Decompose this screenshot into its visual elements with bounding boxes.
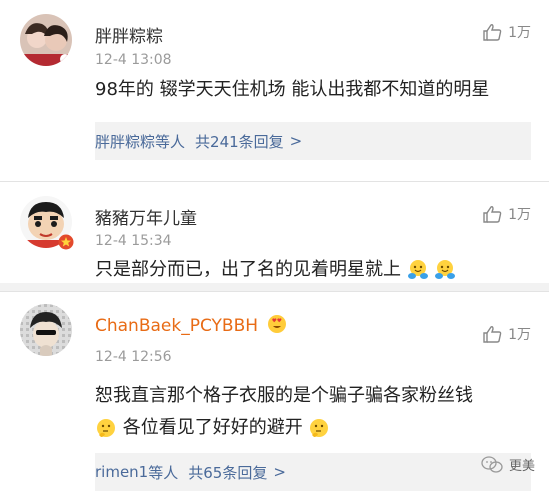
section-divider [0,283,549,291]
hug-emoji-icon [407,260,428,279]
comment-item: ChanBaek_PCYBBH 12-4 12:56 1万 恕我直言那个格子衣服… [0,291,549,493]
reply-count: 共241条回复 [195,132,284,151]
thumbs-up-icon [483,24,502,41]
comment-item: 胖胖粽粽 12-4 13:08 1万 98年的 辍学天天住机场 能认出我都不知道… [0,0,549,181]
thumbs-up-icon [483,326,502,343]
username-text: ChanBaek_PCYBBH [95,316,259,336]
comment-text-line1: 恕我直言那个格子衣服的是个骗子骗各家粉丝钱 [95,385,473,406]
like-count: 1万 [508,327,531,343]
watermark-text: 更美 [508,459,535,474]
username[interactable]: 胖胖粽粽 [95,22,163,47]
avatar[interactable] [20,14,72,66]
thinking-emoji-icon [97,419,115,437]
like-count: 1万 [508,25,531,41]
username[interactable]: 豬豬万年儿童 [95,204,197,229]
comment-text: 98年的 辍学天天住机场 能认出我都不知道的明星 [95,79,490,100]
comment-list: 胖胖粽粽 12-4 13:08 1万 98年的 辍学天天住机场 能认出我都不知道… [0,0,549,493]
replies-summary[interactable]: rimen1 等人 共65条回复 > [95,453,531,491]
reply-others: 等人 [148,463,179,482]
thinking-emoji-icon [310,419,329,437]
comment-text: 只是部分而已，出了名的见着明星就上 [95,259,401,280]
reply-count: 共65条回复 [188,463,268,482]
reply-authors: rimen1 [95,463,149,481]
timestamp: 12-4 13:08 [95,52,172,68]
like-button[interactable]: 1万 [482,204,531,224]
chevron-right-icon: > [289,132,303,150]
reply-authors: 胖胖粽粽 [95,132,156,151]
like-button[interactable]: 1万 [482,22,531,42]
comment-text-row2: 各位看见了好好的避开 [95,412,330,444]
timestamp: 12-4 12:56 [95,349,172,365]
username[interactable]: ChanBaek_PCYBBH [95,314,287,336]
reply-others: 等人 [155,132,186,151]
like-count: 1万 [508,207,531,223]
comment-item: 豬豬万年儿童 12-4 15:34 1万 只是部分而已，出了名的见着明星就上 [0,181,549,292]
hug-emoji-icon [435,260,456,279]
wechat-icon [481,455,503,473]
chevron-right-icon: > [273,463,286,481]
heart-eyes-emoji-icon [268,315,287,333]
vip-badge-icon [58,234,74,250]
comment-text-line2: 各位看见了好好的避开 [122,417,303,438]
like-button[interactable]: 1万 [482,324,531,344]
replies-summary[interactable]: 胖胖粽粽 等人 共241条回复 > [95,122,531,160]
watermark: 更美 [481,455,535,474]
comment-text-row: 只是部分而已，出了名的见着明星就上 [95,254,456,286]
timestamp: 12-4 15:34 [95,233,172,249]
thumbs-up-icon [483,206,502,223]
avatar[interactable] [20,304,72,356]
